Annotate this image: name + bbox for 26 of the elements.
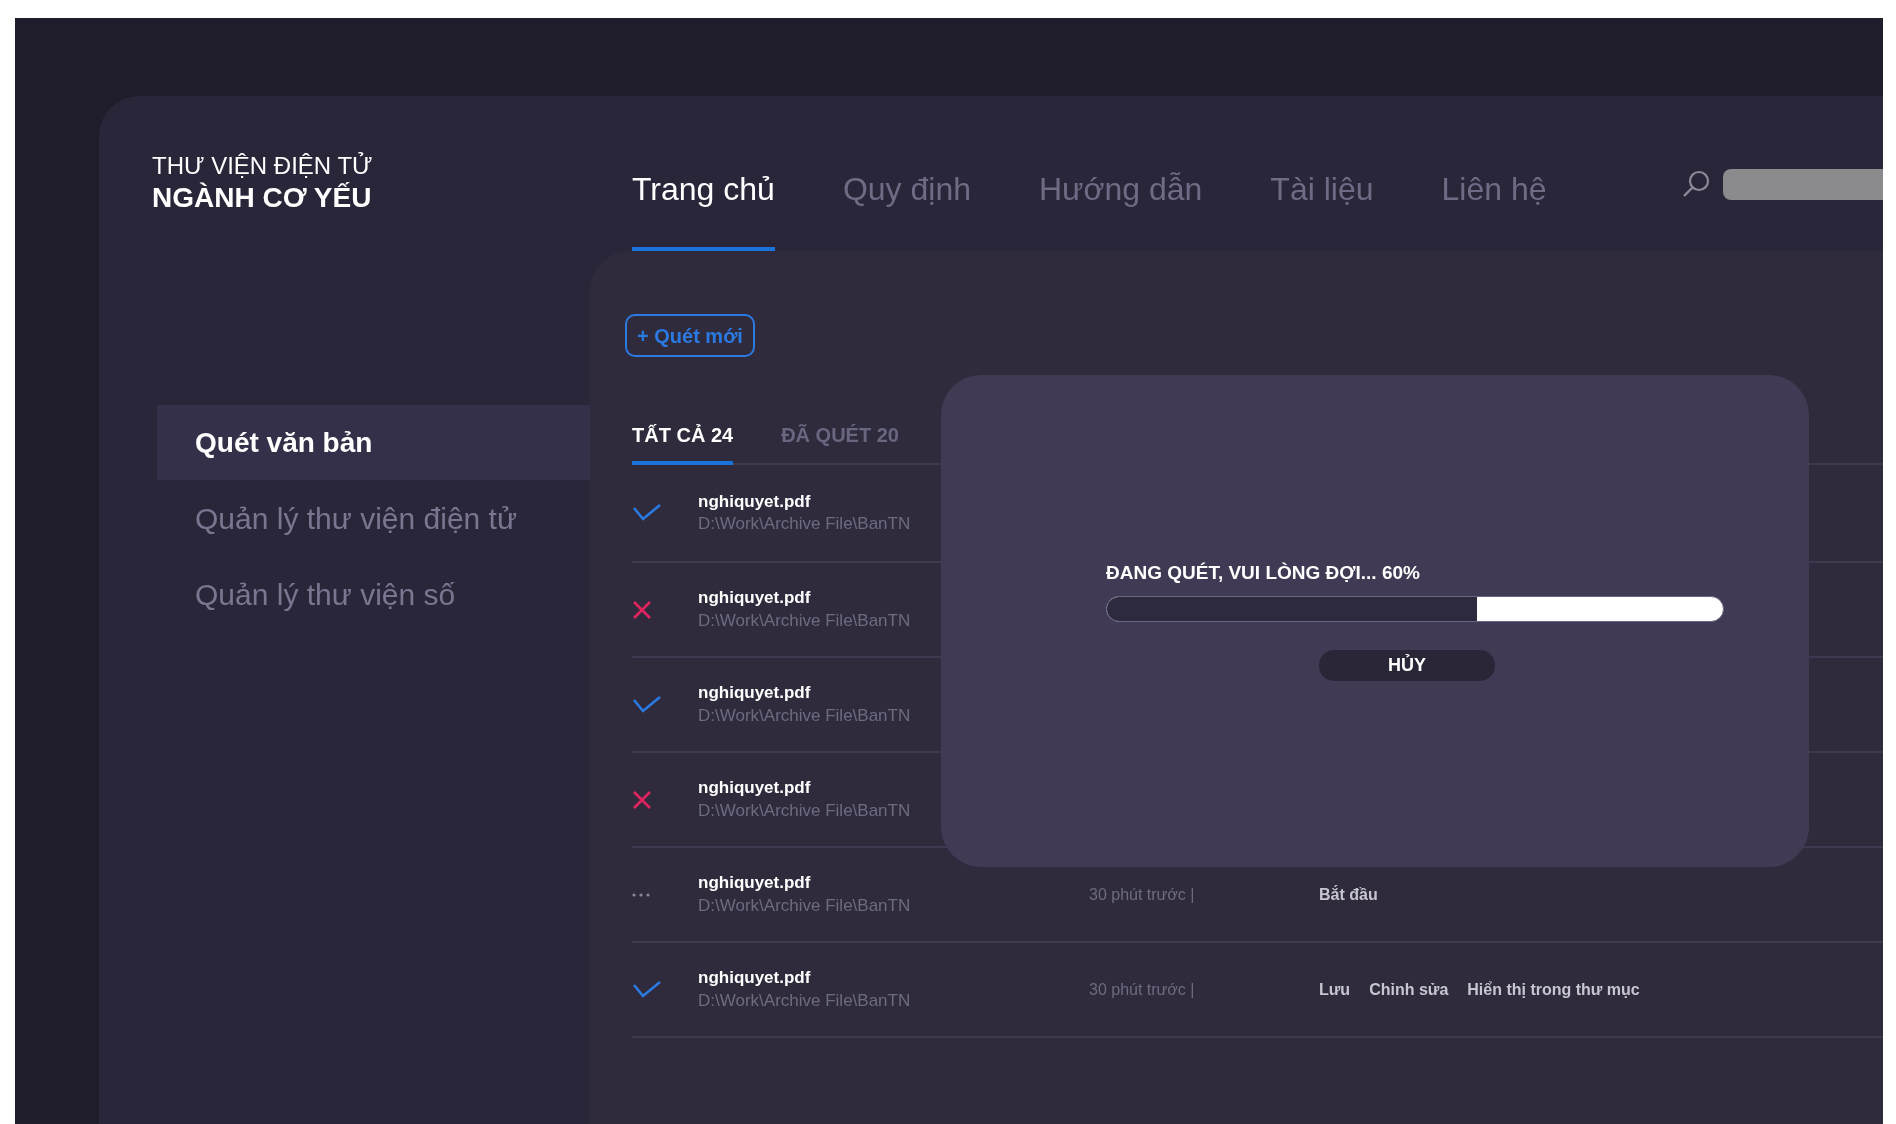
file-name: nghiquyet.pdf — [698, 967, 812, 990]
search-icon[interactable] — [1681, 169, 1711, 199]
file-name: nghiquyet.pdf — [698, 872, 812, 895]
action-link[interactable]: Bắt đầu — [1319, 882, 1378, 907]
file-name: nghiquyet.pdf — [698, 490, 812, 513]
file-path: D:\Work\Archive File\BanTN — [698, 989, 912, 1012]
file-path: D:\Work\Archive File\BanTN — [698, 704, 912, 727]
action-link[interactable]: Chỉnh sửa — [1369, 977, 1449, 1002]
action-link[interactable]: Lưu — [1319, 977, 1351, 1002]
file-path: D:\Work\Archive File\BanTN — [698, 894, 912, 917]
file-name: nghiquyet.pdf — [698, 777, 812, 800]
search-field[interactable] — [1723, 169, 1883, 200]
tab[interactable]: TẤT CẢ 24 — [632, 409, 734, 465]
sidebar-item[interactable]: Quét văn bản — [157, 405, 590, 480]
time-text: 30 phút trước | — [1089, 884, 1196, 905]
file-path: D:\Work\Archive File\BanTN — [698, 513, 912, 535]
cancel-button[interactable]: HỦY — [1319, 649, 1495, 681]
file-path: D:\Work\Archive File\BanTN — [698, 799, 912, 822]
progress-message: ĐANG QUÉT, VUI LÒNG ĐỢI... 60% — [1106, 561, 1421, 585]
brand-subtitle: NGÀNH CƠ YẾU — [152, 180, 373, 215]
file-name: nghiquyet.pdf — [698, 682, 812, 705]
file-path: D:\Work\Archive File\BanTN — [698, 609, 912, 632]
file-name: nghiquyet.pdf — [698, 587, 812, 610]
time-text: 30 phút trước | — [1089, 979, 1196, 1000]
action-link[interactable]: Hiển thị trong thư mục — [1467, 977, 1640, 1002]
brand-title: THƯ VIỆN ĐIỆN TỬ — [152, 152, 374, 181]
